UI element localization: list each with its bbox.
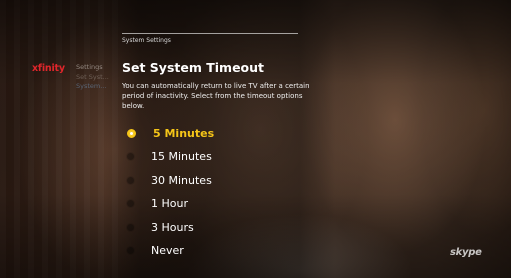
timeout-option-label: 3 Hours bbox=[151, 220, 194, 234]
side-menu: Settings Set Syst... System... bbox=[76, 63, 109, 92]
radio-icon bbox=[127, 223, 134, 231]
side-menu-item-system[interactable]: System... bbox=[76, 82, 109, 92]
radio-icon bbox=[127, 200, 134, 207]
radio-icon bbox=[127, 247, 134, 254]
timeout-option-1-hour[interactable]: 1 Hour bbox=[127, 194, 307, 214]
timeout-option-label: 5 Minutes bbox=[153, 126, 215, 140]
header-divider bbox=[122, 33, 298, 34]
timeout-option-30-minutes[interactable]: 30 Minutes bbox=[127, 170, 307, 190]
timeout-option-label: 15 Minutes bbox=[151, 150, 212, 163]
timeout-option-label: 1 Hour bbox=[151, 197, 188, 210]
radio-icon bbox=[127, 153, 134, 160]
timeout-option-15-minutes[interactable]: 15 Minutes bbox=[127, 147, 307, 167]
timeout-option-label: Never bbox=[151, 244, 184, 257]
page-title: Set System Timeout bbox=[122, 60, 265, 75]
radio-selected-icon bbox=[127, 128, 136, 138]
side-menu-item-settings[interactable]: Settings bbox=[76, 63, 109, 73]
timeout-option-3-hours[interactable]: 3 Hours bbox=[127, 217, 307, 237]
page-description: You can automatically return to live TV … bbox=[122, 82, 310, 110]
timeout-option-5-minutes[interactable]: 5 Minutes bbox=[127, 123, 307, 143]
timeout-option-label: 30 Minutes bbox=[151, 173, 212, 187]
radio-icon bbox=[127, 176, 134, 184]
timeout-option-never[interactable]: Never bbox=[127, 241, 307, 261]
xfinity-logo: xfinity bbox=[32, 63, 65, 74]
breadcrumb: System Settings bbox=[122, 37, 171, 44]
side-menu-item-set-system[interactable]: Set Syst... bbox=[76, 73, 109, 83]
skype-logo: skype bbox=[450, 247, 482, 258]
